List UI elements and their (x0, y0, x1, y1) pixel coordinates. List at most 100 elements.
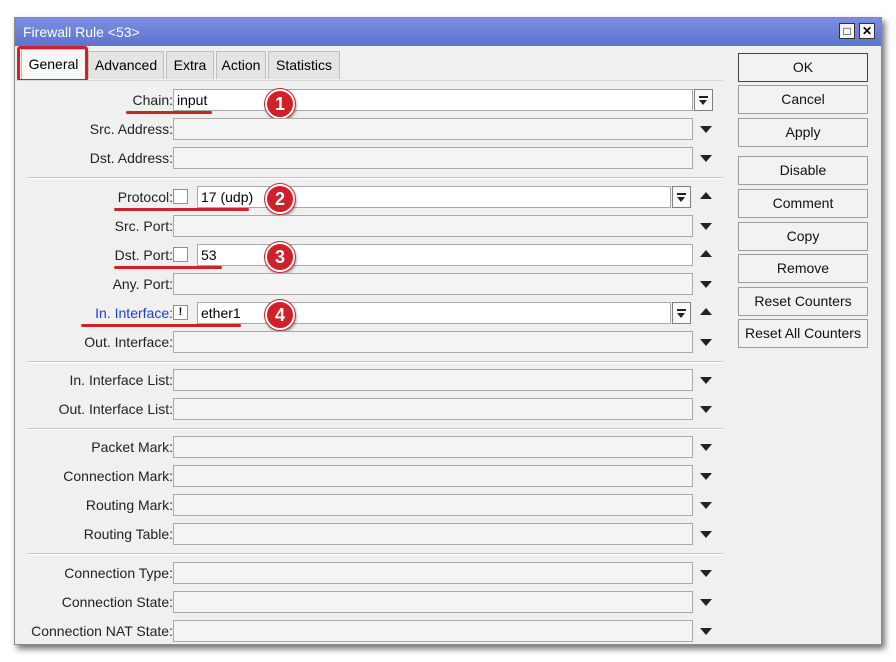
comment-button[interactable]: Comment (738, 189, 868, 218)
connection-type-row: Connection Type: (17, 562, 723, 586)
src-address-row: Src. Address: (17, 118, 723, 142)
routing-mark-label: Routing Mark: (85, 497, 173, 513)
out-interface-list-field[interactable] (173, 398, 693, 420)
in-interface-underline (81, 324, 241, 327)
connection-state-label: Connection State: (61, 594, 173, 610)
any-port-expand-icon[interactable] (700, 281, 712, 288)
out-interface-list-expand-icon[interactable] (700, 406, 712, 413)
chain-row: Chain: input (17, 89, 723, 113)
disable-button[interactable]: Disable (738, 156, 868, 185)
dst-port-collapse-icon[interactable] (700, 250, 712, 257)
connection-type-expand-icon[interactable] (700, 570, 712, 577)
copy-button[interactable]: Copy (738, 222, 868, 251)
out-interface-field[interactable] (173, 331, 693, 353)
out-interface-list-label: Out. Interface List: (58, 401, 173, 417)
protocol-underline (114, 208, 249, 211)
section-divider (27, 428, 723, 430)
protocol-collapse-icon[interactable] (700, 192, 712, 199)
src-address-label: Src. Address: (89, 121, 173, 137)
general-panel: Chain: input 1 Src. Address: Dst. Addres… (17, 80, 723, 644)
dst-address-label: Dst. Address: (89, 150, 173, 166)
connection-state-field[interactable] (173, 591, 693, 613)
annotation-badge-4: 4 (265, 300, 295, 330)
tab-action[interactable]: Action (216, 51, 266, 79)
connection-mark-label: Connection Mark: (63, 468, 173, 484)
in-interface-list-field[interactable] (173, 369, 693, 391)
protocol-negate-checkbox[interactable] (173, 189, 188, 204)
out-interface-expand-icon[interactable] (700, 339, 712, 346)
maximize-icon[interactable]: □ (839, 23, 855, 39)
routing-table-expand-icon[interactable] (700, 531, 712, 538)
connection-nat-state-row: Connection NAT State: (17, 620, 723, 644)
routing-mark-expand-icon[interactable] (700, 502, 712, 509)
packet-mark-expand-icon[interactable] (700, 444, 712, 451)
any-port-field[interactable] (173, 273, 693, 295)
protocol-row: Protocol: 17 (udp) (17, 186, 723, 210)
chain-label: Chain: (132, 92, 173, 108)
annotation-badge-2: 2 (265, 184, 295, 214)
in-interface-row: In. Interface: ! ether1 (17, 302, 723, 326)
apply-button[interactable]: Apply (738, 118, 868, 147)
in-interface-negate-icon[interactable]: ! (173, 305, 188, 320)
src-port-row: Src. Port: (17, 215, 723, 239)
connection-type-field[interactable] (173, 562, 693, 584)
in-interface-list-expand-icon[interactable] (700, 377, 712, 384)
out-interface-row: Out. Interface: (17, 331, 723, 355)
tab-highlight-box (17, 46, 88, 82)
chain-dropdown-icon[interactable] (694, 89, 713, 111)
connection-mark-row: Connection Mark: (17, 465, 723, 489)
connection-nat-state-label: Connection NAT State: (31, 623, 173, 639)
firewall-rule-window: Firewall Rule <53> □ ✕ General Advanced … (14, 17, 882, 645)
packet-mark-field[interactable] (173, 436, 693, 458)
routing-table-row: Routing Table: (17, 523, 723, 547)
chain-underline (126, 111, 212, 114)
section-divider (27, 361, 723, 363)
src-address-expand-icon[interactable] (700, 126, 712, 133)
connection-nat-state-expand-icon[interactable] (700, 628, 712, 635)
connection-type-label: Connection Type: (64, 565, 173, 581)
protocol-label: Protocol: (117, 189, 173, 205)
routing-table-label: Routing Table: (83, 526, 173, 542)
remove-button[interactable]: Remove (738, 254, 868, 283)
src-port-expand-icon[interactable] (700, 223, 712, 230)
close-icon[interactable]: ✕ (859, 23, 875, 39)
any-port-label: Any. Port: (112, 276, 173, 292)
src-port-field[interactable] (173, 215, 693, 237)
connection-nat-state-field[interactable] (173, 620, 693, 642)
connection-mark-expand-icon[interactable] (700, 473, 712, 480)
connection-state-expand-icon[interactable] (700, 599, 712, 606)
title-bar[interactable]: Firewall Rule <53> □ ✕ (15, 18, 881, 46)
protocol-dropdown-icon[interactable] (672, 186, 691, 208)
tab-statistics[interactable]: Statistics (268, 51, 340, 79)
src-address-field[interactable] (173, 118, 693, 140)
dst-port-negate-checkbox[interactable] (173, 247, 188, 262)
ok-button[interactable]: OK (738, 53, 868, 82)
dst-address-expand-icon[interactable] (700, 155, 712, 162)
packet-mark-row: Packet Mark: (17, 436, 723, 460)
cancel-button[interactable]: Cancel (738, 85, 868, 114)
annotation-badge-1: 1 (265, 89, 295, 119)
in-interface-collapse-icon[interactable] (700, 308, 712, 315)
section-divider (27, 177, 723, 179)
dst-address-row: Dst. Address: (17, 147, 723, 171)
out-interface-list-row: Out. Interface List: (17, 398, 723, 422)
out-interface-label: Out. Interface: (84, 334, 173, 350)
tab-advanced[interactable]: Advanced (88, 51, 164, 79)
routing-mark-field[interactable] (173, 494, 693, 516)
chain-field[interactable]: input (173, 89, 693, 111)
window-title: Firewall Rule <53> (23, 24, 140, 40)
in-interface-dropdown-icon[interactable] (672, 302, 691, 324)
dst-port-row: Dst. Port: 53 (17, 244, 723, 268)
tab-extra[interactable]: Extra (166, 51, 214, 79)
dst-port-label: Dst. Port: (114, 247, 173, 263)
dst-address-field[interactable] (173, 147, 693, 169)
reset-all-counters-button[interactable]: Reset All Counters (738, 319, 868, 348)
routing-table-field[interactable] (173, 523, 693, 545)
in-interface-label[interactable]: In. Interface: (95, 305, 173, 321)
connection-mark-field[interactable] (173, 465, 693, 487)
connection-state-row: Connection State: (17, 591, 723, 615)
section-divider (27, 553, 723, 555)
in-interface-list-row: In. Interface List: (17, 369, 723, 393)
dst-port-underline (114, 266, 222, 269)
reset-counters-button[interactable]: Reset Counters (738, 287, 868, 316)
